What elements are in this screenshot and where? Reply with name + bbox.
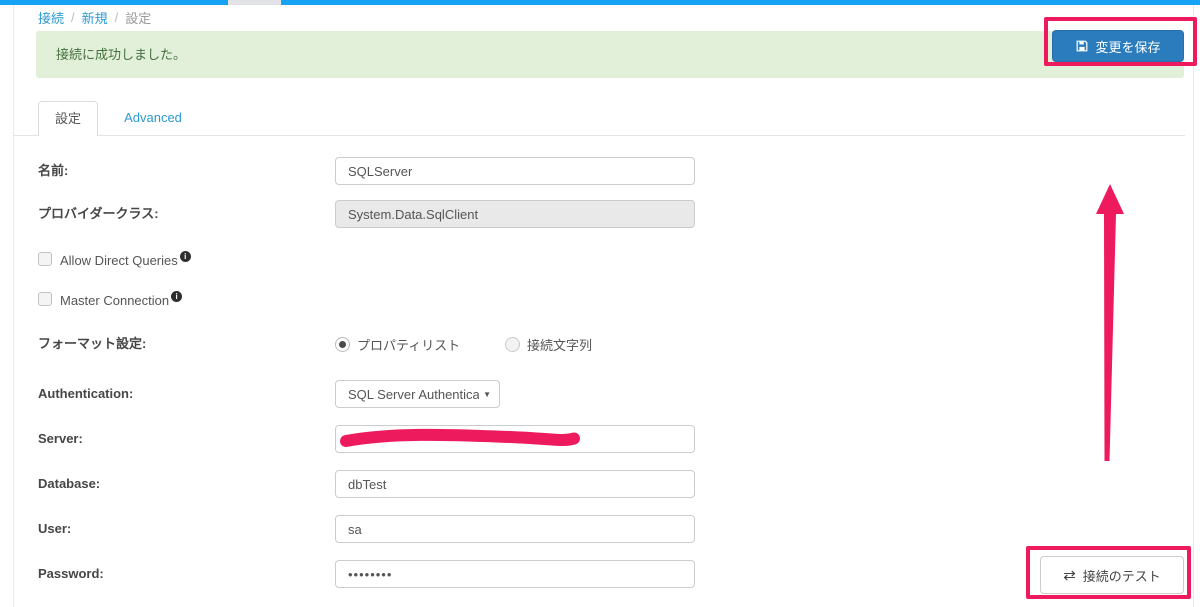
chevron-down-icon: ▼	[483, 389, 491, 399]
database-label: Database:	[38, 476, 101, 491]
success-alert-message: 接続に成功しました。	[56, 47, 187, 62]
tab-settings[interactable]: 設定	[38, 101, 98, 136]
authentication-selected-value: SQL Server Authentica	[348, 386, 480, 402]
allow-direct-queries-row: Allow Direct Queries i	[38, 250, 191, 268]
name-row: 名前:	[0, 157, 1200, 185]
master-connection-label: Master Connection i	[60, 290, 183, 308]
top-edge-bar	[0, 0, 1200, 5]
transfer-arrows-icon: ⇄	[1063, 567, 1076, 584]
connection-string-radio-label: 接続文字列	[527, 337, 593, 353]
connection-settings-page: 接続 / 新規 / 設定 接続に成功しました。 変更を保存 設定 Advance…	[0, 0, 1200, 607]
format-setting-label: フォーマット設定:	[38, 336, 147, 351]
server-input[interactable]	[335, 425, 695, 453]
name-label: 名前:	[38, 163, 69, 178]
allow-direct-queries-label: Allow Direct Queries i	[60, 250, 191, 268]
provider-class-input	[335, 200, 695, 228]
password-label: Password:	[38, 566, 104, 581]
property-list-radio[interactable]	[335, 336, 350, 352]
test-connection-button[interactable]: ⇄ 接続のテスト	[1040, 556, 1184, 594]
info-icon[interactable]: i	[171, 290, 183, 302]
connection-string-radio[interactable]	[505, 336, 520, 352]
server-row: Server:	[0, 425, 1200, 453]
top-edge-bar-segment	[228, 0, 281, 5]
name-input[interactable]	[335, 157, 695, 185]
breadcrumb-separator: /	[114, 10, 119, 25]
server-label: Server:	[38, 431, 83, 446]
save-changes-label: 変更を保存	[1095, 39, 1161, 55]
provider-class-row: プロバイダークラス:	[0, 200, 1200, 228]
database-row: Database:	[0, 470, 1200, 498]
password-row: Password:	[0, 560, 1200, 588]
breadcrumb-current-settings: 設定	[125, 11, 152, 26]
format-option-connection-string[interactable]: 接続文字列	[505, 334, 592, 354]
save-icon	[1075, 39, 1089, 53]
breadcrumb-link-new[interactable]: 新規	[82, 8, 108, 27]
success-alert: 接続に成功しました。	[36, 31, 1184, 78]
info-icon[interactable]: i	[179, 250, 191, 262]
breadcrumb-link-connections[interactable]: 接続	[38, 8, 64, 27]
provider-class-label: プロバイダークラス:	[38, 206, 159, 221]
password-input[interactable]	[335, 560, 695, 588]
user-row: User:	[0, 515, 1200, 543]
property-list-radio-label: プロパティリスト	[357, 337, 461, 353]
authentication-row: Authentication: SQL Server Authentica ▼	[0, 380, 1200, 408]
user-input[interactable]	[335, 515, 695, 543]
database-input[interactable]	[335, 470, 695, 498]
authentication-label: Authentication:	[38, 386, 134, 401]
authentication-select[interactable]: SQL Server Authentica ▼	[335, 380, 500, 408]
tab-advanced[interactable]: Advanced	[112, 101, 194, 136]
format-setting-row: フォーマット設定: プロパティリスト 接続文字列	[0, 334, 1200, 354]
breadcrumb-separator: /	[71, 10, 75, 25]
test-connection-label: 接続のテスト	[1082, 568, 1161, 584]
master-connection-row: Master Connection i	[38, 290, 183, 308]
save-changes-button[interactable]: 変更を保存	[1052, 30, 1184, 62]
user-label: User:	[38, 521, 72, 536]
breadcrumb: 接続 / 新規 / 設定	[38, 8, 151, 27]
allow-direct-queries-checkbox[interactable]	[38, 252, 52, 266]
format-option-property-list[interactable]: プロパティリスト	[335, 334, 460, 354]
master-connection-checkbox[interactable]	[38, 292, 52, 306]
